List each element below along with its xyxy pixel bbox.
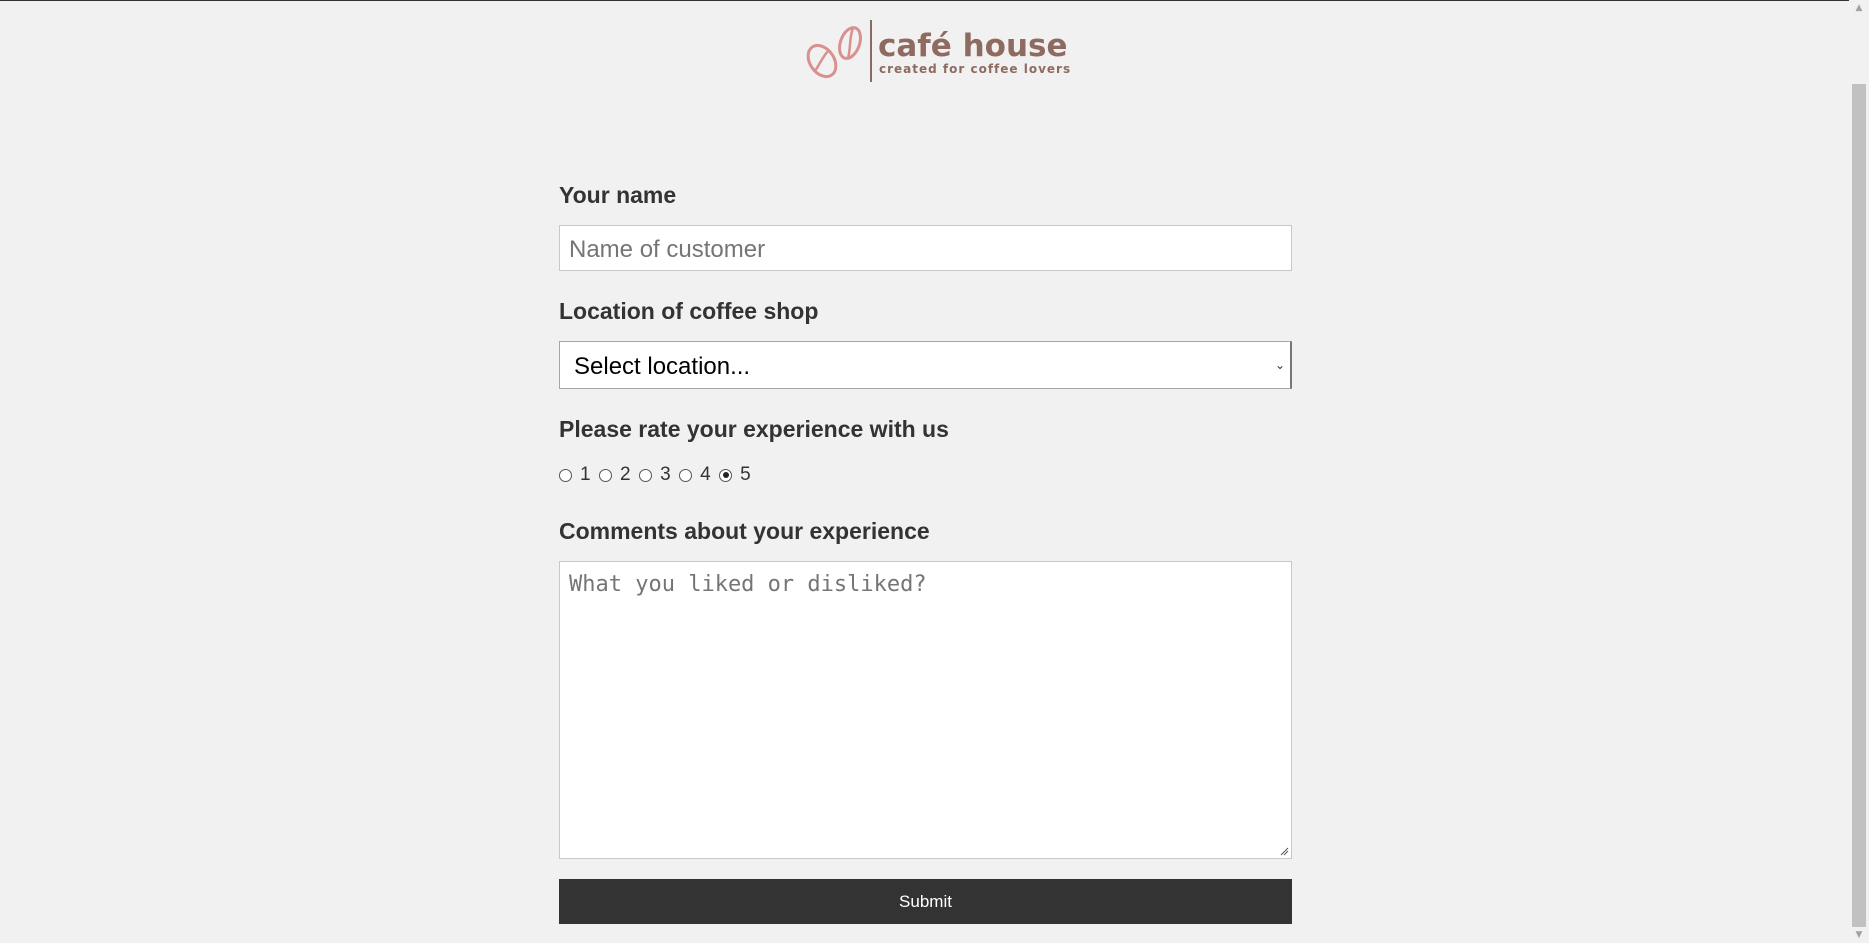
rating-group: 1 2 3 4 5 [559, 464, 755, 490]
rating-option-label: 2 [620, 464, 631, 485]
brand-tagline: created for coffee lovers [879, 62, 1072, 76]
location-label: Location of coffee shop [559, 298, 819, 324]
comments-label: Comments about your experience [559, 518, 930, 544]
vertical-scrollbar[interactable]: ▲ ▼ [1849, 0, 1869, 943]
scrollbar-thumb[interactable] [1852, 84, 1866, 927]
location-selected-value: Select location... [574, 353, 751, 380]
scroll-up-icon[interactable]: ▲ [1853, 2, 1865, 14]
window-top-border [0, 0, 1869, 1]
logo-divider [870, 20, 872, 82]
name-placeholder: Name of customer [569, 236, 766, 263]
rating-option-2[interactable]: 2 [599, 464, 635, 486]
brand-name: café house [878, 28, 1068, 64]
name-label: Your name [559, 182, 677, 208]
rating-label: Please rate your experience with us [559, 416, 949, 442]
rating-radio-3[interactable] [639, 468, 653, 482]
rating-option-label: 5 [740, 464, 751, 485]
rating-radio-1[interactable] [559, 468, 572, 482]
comments-placeholder: What you liked or disliked? [569, 572, 927, 597]
rating-radio-2[interactable] [599, 468, 613, 482]
rating-radio-4[interactable] [679, 468, 693, 482]
rating-option-1[interactable]: 1 [559, 464, 595, 486]
rating-option-label: 3 [660, 464, 671, 485]
comments-textarea[interactable]: What you liked or disliked? [559, 561, 1292, 859]
name-input[interactable]: Name of customer [559, 225, 1292, 271]
brand-logo: café house created for coffee lovers [805, 18, 1075, 88]
rating-radio-5[interactable] [719, 468, 733, 482]
submit-button[interactable]: Submit [559, 879, 1292, 924]
location-select[interactable]: Select location... ⌄ [559, 341, 1292, 389]
chevron-down-icon: ⌄ [1274, 358, 1285, 372]
scroll-down-icon[interactable]: ▼ [1853, 929, 1865, 941]
rating-option-4[interactable]: 4 [679, 464, 715, 486]
rating-option-label: 1 [580, 464, 591, 485]
rating-option-label: 4 [700, 464, 711, 485]
resize-handle-icon[interactable] [1279, 846, 1289, 856]
rating-option-5[interactable]: 5 [719, 464, 755, 486]
coffee-beans-icon [806, 26, 862, 79]
rating-option-3[interactable]: 3 [639, 464, 675, 486]
